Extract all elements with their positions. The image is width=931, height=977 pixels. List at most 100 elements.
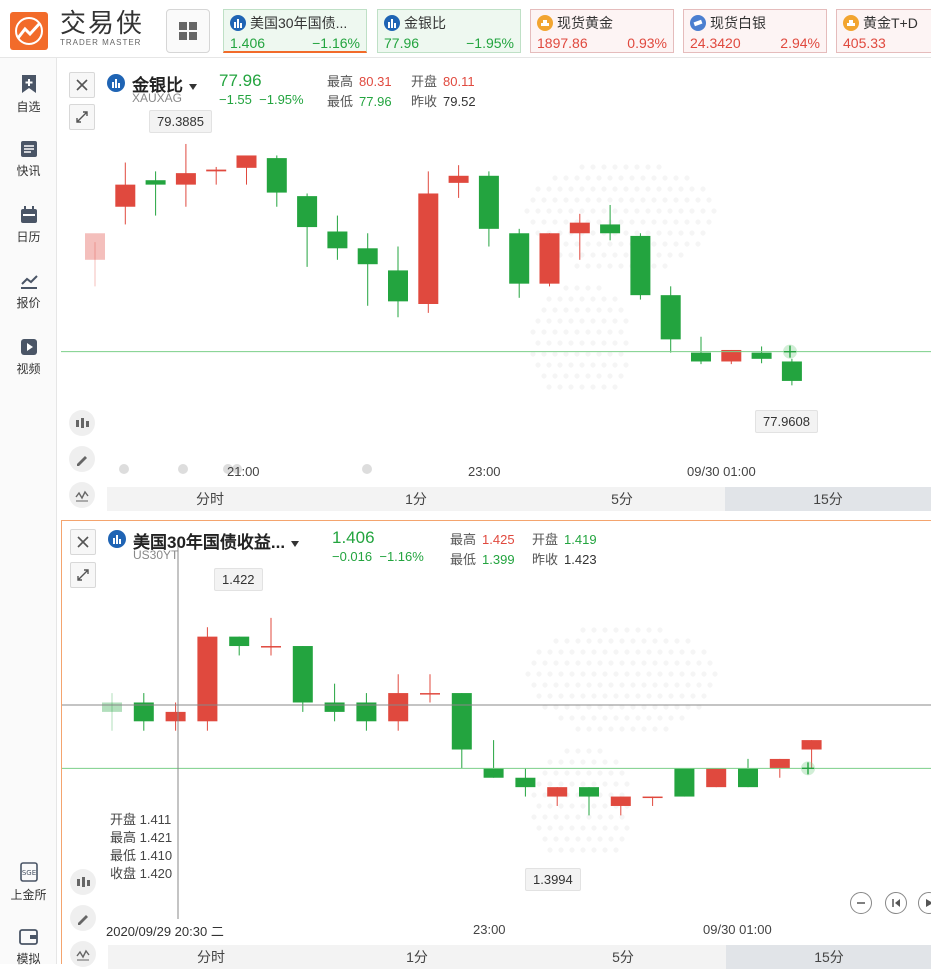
map-dot	[557, 318, 563, 324]
map-dot	[536, 693, 542, 699]
map-dot	[630, 638, 636, 644]
map-dot	[711, 208, 717, 214]
sidebar-item-calendar[interactable]: 日历	[0, 206, 57, 245]
map-dot	[586, 660, 592, 666]
draw-tool-button[interactable]	[69, 446, 95, 472]
chevron-down-icon	[189, 83, 197, 90]
map-dot	[568, 296, 574, 302]
candlestick-chart-us30yt[interactable]	[62, 521, 931, 965]
tab-15min[interactable]: 15分	[725, 487, 931, 511]
chart-tools	[69, 410, 95, 518]
map-dot	[597, 660, 603, 666]
map-dot	[596, 285, 602, 291]
map-dot	[546, 340, 552, 346]
map-dot	[678, 252, 684, 258]
close-panel-button[interactable]	[70, 529, 96, 555]
map-dot	[580, 715, 586, 721]
candle-body	[297, 196, 318, 228]
map-dot	[624, 693, 630, 699]
map-dot	[662, 175, 668, 181]
brand-logo-icon[interactable]	[10, 12, 48, 50]
map-dot	[531, 660, 537, 666]
expand-icon	[77, 569, 89, 581]
candles-icon	[76, 418, 89, 428]
candle-body	[451, 693, 472, 750]
map-dot	[618, 263, 624, 269]
map-dot	[601, 384, 607, 390]
close-panel-button[interactable]	[69, 72, 95, 98]
ticker-spot-silver[interactable]: 现货白银 24.3420 2.94%	[683, 9, 827, 53]
candle-type-button[interactable]	[69, 410, 95, 436]
indicator-button[interactable]	[69, 482, 95, 508]
ticker-gold-td[interactable]: 黄金T+D 405.33	[836, 9, 931, 53]
map-dot	[591, 627, 597, 633]
sidebar-item-label: 上金所	[10, 888, 47, 902]
map-dot	[590, 340, 596, 346]
map-dot	[580, 759, 586, 765]
sidebar-item-video[interactable]: 视频	[0, 338, 57, 377]
x-tick-label: 23:00	[473, 922, 506, 937]
map-dot	[590, 384, 596, 390]
draw-tool-button[interactable]	[70, 905, 96, 931]
candle-type-button[interactable]	[70, 869, 96, 895]
scroll-start-button[interactable]	[885, 892, 907, 914]
map-dot	[690, 693, 696, 699]
candle-body	[547, 787, 568, 797]
zoom-out-button[interactable]	[850, 892, 872, 914]
sidebar-item-sge[interactable]: SGE 上金所	[0, 862, 57, 903]
map-dot	[656, 186, 662, 192]
expand-panel-button[interactable]	[69, 104, 95, 130]
expand-panel-button[interactable]	[70, 562, 96, 588]
stat-open: 开盘 80.11	[411, 71, 475, 90]
map-dot	[668, 671, 674, 677]
tab-5min[interactable]: 5分	[520, 945, 726, 969]
map-dot	[569, 803, 575, 809]
sidebar-item-simulate[interactable]: 模拟	[0, 928, 57, 967]
tab-15min[interactable]: 15分	[726, 945, 931, 969]
map-dot	[531, 792, 537, 798]
tab-5min[interactable]: 5分	[519, 487, 725, 511]
indicator-button[interactable]	[70, 941, 96, 967]
candle-body	[115, 184, 136, 207]
ticker-price: 24.3420	[690, 35, 741, 51]
map-dot	[568, 362, 574, 368]
map-dot	[596, 197, 602, 203]
map-dot	[579, 318, 585, 324]
map-dot	[574, 329, 580, 335]
map-dot	[591, 847, 597, 853]
map-dot	[673, 197, 679, 203]
tab-1min[interactable]: 1分	[314, 945, 520, 969]
brand-name-en: TRADER MASTER	[60, 38, 142, 47]
map-dot	[574, 263, 580, 269]
tab-timeshare[interactable]: 分时	[108, 945, 314, 969]
map-dot	[634, 186, 640, 192]
sidebar-item-label: 视频	[16, 362, 41, 376]
map-dot	[557, 296, 563, 302]
grid-menu-button[interactable]	[166, 9, 210, 53]
map-dot	[590, 318, 596, 324]
sidebar-item-news[interactable]: 快讯	[0, 140, 57, 179]
sidebar-item-watchlist[interactable]: 自选	[0, 74, 57, 115]
ticker-us30yt[interactable]: 美国30年国债... 1.406 −1.16%	[223, 9, 367, 53]
map-dot	[546, 186, 552, 192]
map-dot	[563, 197, 569, 203]
map-dot	[701, 671, 707, 677]
map-dot	[623, 186, 629, 192]
change-abs: −1.55	[219, 92, 252, 107]
candle-body	[569, 222, 590, 234]
map-dot	[634, 230, 640, 236]
map-dot	[575, 660, 581, 666]
sidebar-item-quotes[interactable]: 报价	[0, 272, 57, 311]
map-dot	[602, 627, 608, 633]
sidebar-item-label: 快讯	[16, 164, 41, 178]
map-dot	[585, 241, 591, 247]
map-dot	[624, 825, 630, 831]
map-dot	[619, 770, 625, 776]
map-dot	[690, 649, 696, 655]
ticker-xauxag[interactable]: 金银比 77.96 −1.95%	[377, 9, 521, 53]
ticker-spot-gold[interactable]: 现货黄金 1897.86 0.93%	[530, 9, 674, 53]
tab-1min[interactable]: 1分	[313, 487, 519, 511]
map-dot	[597, 748, 603, 754]
map-dot	[696, 682, 702, 688]
tab-timeshare[interactable]: 分时	[107, 487, 313, 511]
